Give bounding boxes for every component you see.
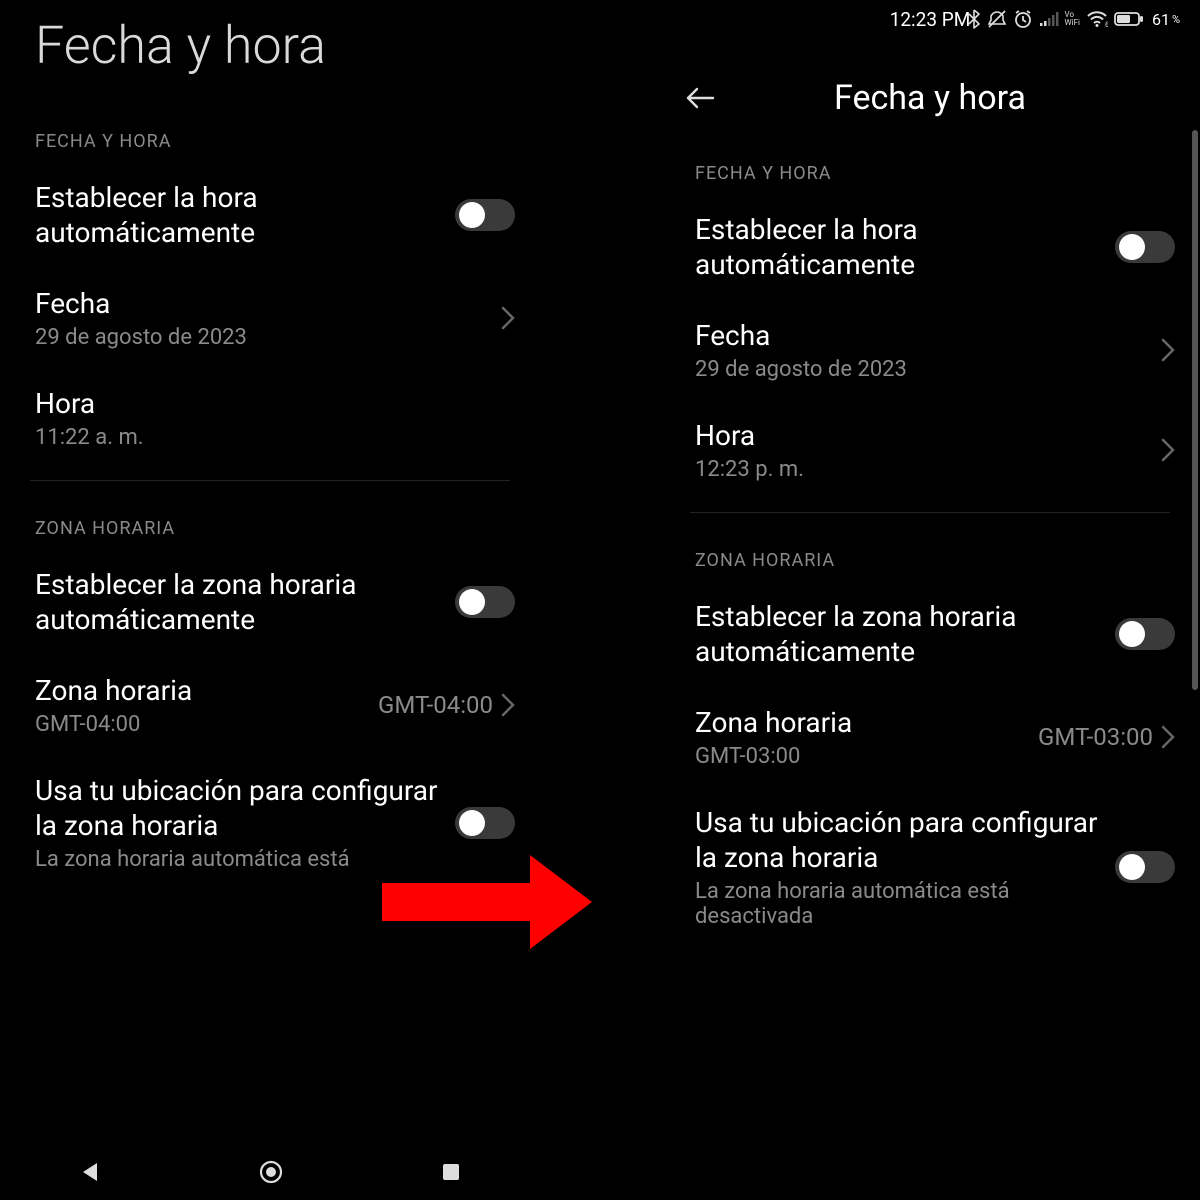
date-label: Fecha	[35, 286, 487, 321]
auto-tz-label: Establecer la zona horaria automáticamen…	[695, 599, 1101, 669]
loc-tz-sub: La zona horaria automática está	[35, 847, 441, 872]
status-clock: 12:23 PM	[890, 8, 971, 31]
battery-icon	[1114, 11, 1144, 27]
page-title: Fecha y hora	[0, 0, 540, 106]
divider	[30, 480, 510, 481]
tz-sub: GMT-04:00	[35, 712, 364, 737]
loc-tz-label: Usa tu ubicación para configurar la zona…	[35, 773, 441, 843]
toggle-location-timezone[interactable]	[1115, 851, 1175, 883]
section-header-timezone: ZONA HORARIA	[0, 493, 540, 549]
nav-back-icon[interactable]	[77, 1159, 103, 1185]
time-value: 11:22 a. m.	[35, 425, 515, 450]
chevron-right-icon	[1161, 725, 1175, 749]
date-label: Fecha	[695, 318, 1147, 353]
tz-trail-value: GMT-04:00	[378, 691, 493, 719]
scrollbar[interactable]	[1192, 130, 1198, 690]
tz-sub: GMT-03:00	[695, 744, 1024, 769]
phone-right: 12:23 PM VoWiFi 6 61% Fecha y hora FECHA…	[660, 0, 1200, 1200]
date-value: 29 de agosto de 2023	[35, 325, 487, 350]
wifi-icon: 6	[1086, 10, 1108, 28]
vowifi-icon: VoWiFi	[1065, 11, 1080, 27]
row-timezone[interactable]: Zona horaria GMT-03:00 GMT-03:00	[660, 687, 1200, 787]
phone-left: Fecha y hora FECHA Y HORA Establecer la …	[0, 0, 540, 1200]
row-location-timezone[interactable]: Usa tu ubicación para configurar la zona…	[0, 755, 540, 872]
row-location-timezone[interactable]: Usa tu ubicación para configurar la zona…	[660, 787, 1200, 947]
row-time[interactable]: Hora 12:23 p. m.	[660, 400, 1200, 500]
android-nav-bar	[0, 1144, 540, 1200]
app-bar: Fecha y hora	[660, 38, 1200, 138]
row-time[interactable]: Hora 11:22 a. m.	[0, 368, 540, 468]
chevron-right-icon	[1161, 438, 1175, 462]
chevron-right-icon	[501, 693, 515, 717]
auto-time-label: Establecer la hora automáticamente	[695, 212, 1101, 282]
time-label: Hora	[35, 386, 515, 421]
toggle-auto-timezone[interactable]	[455, 586, 515, 618]
toggle-auto-time[interactable]	[1115, 231, 1175, 263]
signal-icon	[1039, 11, 1059, 27]
date-value: 29 de agosto de 2023	[695, 357, 1147, 382]
toggle-auto-timezone[interactable]	[1115, 618, 1175, 650]
section-header-timezone: ZONA HORARIA	[660, 525, 1200, 581]
loc-tz-sub: La zona horaria automática está desactiv…	[695, 879, 1101, 929]
alarm-icon	[1013, 9, 1033, 29]
loc-tz-label: Usa tu ubicación para configurar la zona…	[695, 805, 1101, 875]
row-auto-timezone[interactable]: Establecer la zona horaria automáticamen…	[0, 549, 540, 655]
tz-label: Zona horaria	[695, 705, 1024, 740]
page-title: Fecha y hora	[740, 78, 1120, 118]
nav-recents-icon[interactable]	[439, 1160, 463, 1184]
tz-label: Zona horaria	[35, 673, 364, 708]
divider	[690, 512, 1170, 513]
nav-home-icon[interactable]	[257, 1158, 285, 1186]
status-bar: 12:23 PM VoWiFi 6 61%	[660, 0, 1200, 38]
row-timezone[interactable]: Zona horaria GMT-04:00 GMT-04:00	[0, 655, 540, 755]
row-date[interactable]: Fecha 29 de agosto de 2023	[660, 300, 1200, 400]
tz-trail-value: GMT-03:00	[1038, 723, 1153, 751]
toggle-location-timezone[interactable]	[455, 807, 515, 839]
back-button[interactable]	[680, 78, 720, 118]
auto-time-label: Establecer la hora automáticamente	[35, 180, 441, 250]
row-auto-time[interactable]: Establecer la hora automáticamente	[660, 194, 1200, 300]
section-header-datetime: FECHA Y HORA	[0, 106, 540, 162]
row-auto-time[interactable]: Establecer la hora automáticamente	[0, 162, 540, 268]
row-date[interactable]: Fecha 29 de agosto de 2023	[0, 268, 540, 368]
mute-icon	[987, 9, 1007, 29]
battery-percent: 61%	[1152, 10, 1180, 29]
section-header-datetime: FECHA Y HORA	[660, 138, 1200, 194]
chevron-right-icon	[501, 306, 515, 330]
row-auto-timezone[interactable]: Establecer la zona horaria automáticamen…	[660, 581, 1200, 687]
time-value: 12:23 p. m.	[695, 457, 1147, 482]
chevron-right-icon	[1161, 338, 1175, 362]
svg-text:6: 6	[1105, 21, 1108, 28]
auto-tz-label: Establecer la zona horaria automáticamen…	[35, 567, 441, 637]
time-label: Hora	[695, 418, 1147, 453]
toggle-auto-time[interactable]	[455, 199, 515, 231]
